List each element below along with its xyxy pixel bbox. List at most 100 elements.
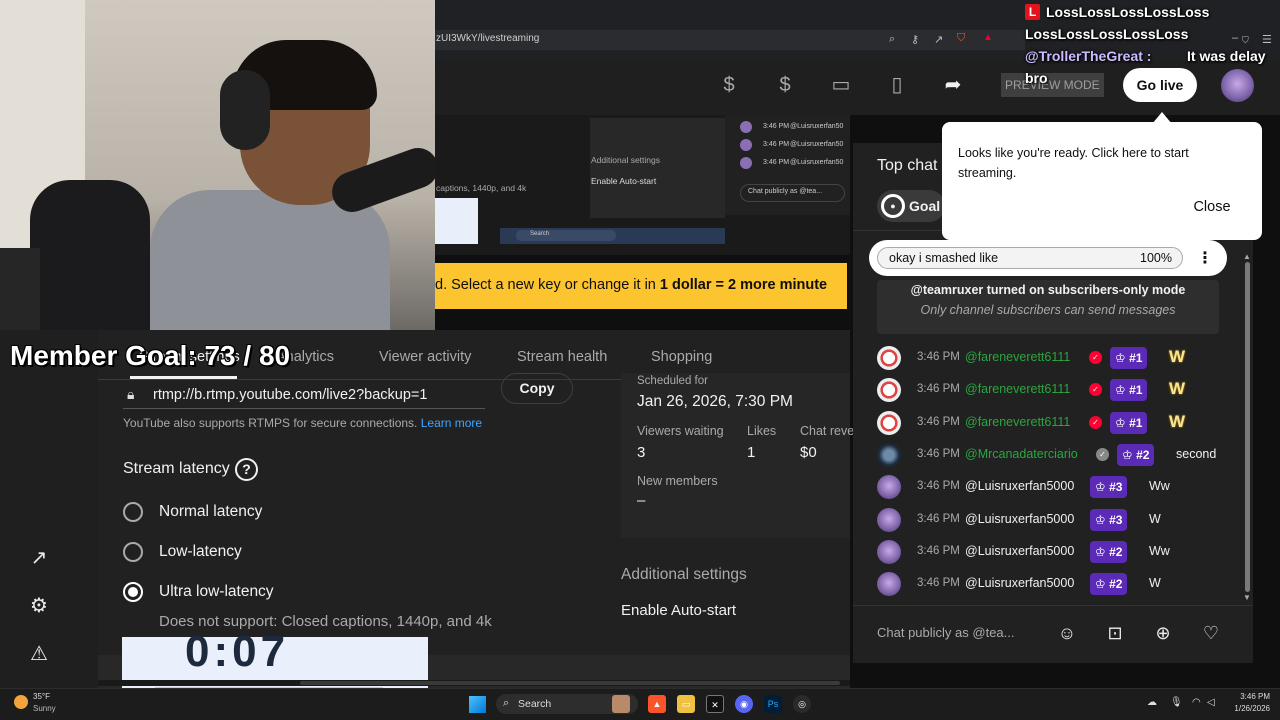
add-icon[interactable]: ⊕ xyxy=(1150,620,1176,646)
weather-temp[interactable]: 35°F xyxy=(33,692,50,701)
normal-latency-label[interactable]: Normal latency xyxy=(159,503,262,521)
chat-author-avatar[interactable] xyxy=(877,346,901,370)
emoji-icon[interactable]: ☺ xyxy=(1054,620,1080,646)
crown-icon: ♔ xyxy=(1095,480,1106,494)
chat-author-avatar[interactable] xyxy=(877,540,901,564)
chat-author-name[interactable]: @Luisruxerfan5000 xyxy=(965,544,1074,558)
open-external-icon[interactable]: ↗ xyxy=(26,545,52,571)
brave-shield-icon[interactable]: ⛉ xyxy=(957,32,965,45)
tab-viewer-activity[interactable]: Viewer activity xyxy=(379,349,471,365)
monetization-off-icon[interactable]: $ xyxy=(716,72,742,98)
shield-icon[interactable]: ⛉ xyxy=(1242,35,1249,46)
window-minimize-icon[interactable]: – xyxy=(1232,32,1238,44)
copy-button[interactable]: Copy xyxy=(501,373,573,404)
weather-sun-icon[interactable] xyxy=(14,695,28,709)
ultra-low-latency-label[interactable]: Ultra low-latency xyxy=(159,583,274,601)
goal-target-icon: ● xyxy=(881,194,905,218)
goal-percent: 100% xyxy=(1140,251,1172,265)
verified-check-icon: ✓ xyxy=(1089,383,1102,396)
tab-stream-health[interactable]: Stream health xyxy=(517,349,607,365)
likes-value: 1 xyxy=(747,444,756,461)
mirror-chat-time: 3:46 PM xyxy=(763,141,790,148)
windows-start-icon[interactable] xyxy=(469,696,486,713)
chat-author-name[interactable]: @Luisruxerfan5000 xyxy=(965,512,1074,526)
settings-gear-icon[interactable]: ⚙ xyxy=(26,593,52,619)
learn-more-link[interactable]: Learn more xyxy=(421,416,482,430)
mirror-chat-avatar xyxy=(740,121,752,133)
goal-text: okay i smashed like xyxy=(889,251,999,265)
channel-avatar[interactable] xyxy=(1221,69,1254,102)
capcut-icon[interactable]: ✕ xyxy=(706,695,724,713)
backup-server-url[interactable]: rtmp://b.rtmp.youtube.com/live2?backup=1 xyxy=(153,387,427,403)
chat-author-name[interactable]: @fareneverett6111 xyxy=(965,350,1070,364)
scroll-down-icon[interactable]: ▼ xyxy=(1243,593,1251,602)
chat-author-name[interactable]: @fareneverett6111 xyxy=(965,382,1070,396)
brave-rewards-icon[interactable]: ▲ xyxy=(983,32,993,43)
clock-date[interactable]: 1/26/2026 xyxy=(1222,704,1270,713)
radio-low-latency[interactable] xyxy=(123,542,143,562)
feedback-icon[interactable]: ⚠ xyxy=(26,641,52,667)
zoom-icon[interactable]: ⌕ xyxy=(889,33,895,46)
scroll-up-icon[interactable]: ▲ xyxy=(1243,252,1251,261)
clock-time[interactable]: 3:46 PM xyxy=(1230,692,1270,701)
tray-mic-icon[interactable]: 🎙︎ xyxy=(1170,697,1183,708)
chat-author-name[interactable]: @Luisruxerfan5000 xyxy=(965,479,1074,493)
tooltip-close-button[interactable]: Close xyxy=(1176,191,1248,223)
chat-author-avatar[interactable] xyxy=(877,508,901,532)
crown-icon: ♔ xyxy=(1115,383,1126,397)
chat-author-avatar[interactable] xyxy=(877,443,901,467)
chat-author-name[interactable]: @Mrcanadaterciario xyxy=(965,447,1078,461)
key-icon[interactable]: ⚷ xyxy=(911,33,919,46)
mirror-auto-start: Enable Auto-start xyxy=(591,176,657,186)
tray-volume-icon[interactable]: ◁ xyxy=(1207,697,1215,708)
chat-message-time: 3:46 PM xyxy=(917,513,960,525)
overlay-loss-line1: LossLossLossLossLoss xyxy=(1046,4,1210,20)
tray-cloud-icon[interactable]: ☁ xyxy=(1147,697,1157,708)
obs-icon[interactable]: ◎ xyxy=(793,695,811,713)
more-vert-icon[interactable]: ⋮ xyxy=(1197,248,1213,268)
horizontal-scroll-thumb[interactable] xyxy=(300,681,840,685)
bookmark-icon[interactable]: ▯ xyxy=(884,72,910,98)
help-icon[interactable]: ? xyxy=(235,458,258,481)
chat-author-avatar[interactable] xyxy=(877,378,901,402)
chat-author-avatar[interactable] xyxy=(877,572,901,596)
discord-icon[interactable]: ◉ xyxy=(735,695,753,713)
mirror-settings-pane xyxy=(590,118,725,218)
chat-message-text: second xyxy=(1176,447,1217,461)
chat-message-time: 3:46 PM xyxy=(917,383,960,395)
tab-shopping[interactable]: Shopping xyxy=(651,349,712,365)
share-arrow-icon[interactable]: ➦ xyxy=(940,72,966,98)
chat-author-name[interactable]: @Luisruxerfan5000 xyxy=(965,576,1074,590)
chat-input[interactable]: Chat publicly as @tea... xyxy=(877,619,1055,647)
photoshop-icon[interactable]: Ps xyxy=(764,695,782,713)
super-chat-icon[interactable]: ⊡ xyxy=(1102,620,1128,646)
weather-condition[interactable]: Sunny xyxy=(33,704,56,713)
clip-icon[interactable]: ▭ xyxy=(828,72,854,98)
crown-icon: ♔ xyxy=(1095,545,1106,559)
stream-latency-title: Stream latency xyxy=(123,460,230,477)
brave-browser-icon[interactable]: ▲ xyxy=(648,695,666,713)
low-latency-label[interactable]: Low-latency xyxy=(159,543,242,561)
overlay-commenter: @TrollerTheGreat : xyxy=(1025,48,1152,64)
file-explorer-icon[interactable]: ▭ xyxy=(677,695,695,713)
chat-message-time: 3:46 PM xyxy=(917,480,960,492)
heart-icon[interactable]: ♡ xyxy=(1198,620,1224,646)
member-rank-badge: ♔ #1 xyxy=(1110,412,1148,434)
share-icon[interactable]: ↗ xyxy=(934,33,943,46)
top-chat-selector[interactable]: Top chat xyxy=(877,157,937,175)
enable-auto-start-label[interactable]: Enable Auto-start xyxy=(621,602,736,619)
menu-icon[interactable]: ☰ xyxy=(1262,33,1272,46)
radio-normal-latency[interactable] xyxy=(123,502,143,522)
chat-author-avatar[interactable] xyxy=(877,411,901,435)
tray-wifi-icon[interactable]: ◠ xyxy=(1192,697,1201,708)
radio-ultra-low-latency[interactable] xyxy=(123,582,143,602)
chat-author-avatar[interactable] xyxy=(877,475,901,499)
go-live-button[interactable]: Go live xyxy=(1123,68,1197,102)
monetization-icon[interactable]: $ xyxy=(772,72,798,98)
taskbar-search-label: Search xyxy=(518,698,552,710)
chat-scrollbar[interactable] xyxy=(1245,262,1250,592)
search-icon: ⌕ xyxy=(503,697,510,709)
url-field-underline xyxy=(123,408,485,409)
left-rail xyxy=(0,330,98,690)
chat-author-name[interactable]: @fareneverett6111 xyxy=(965,415,1070,429)
